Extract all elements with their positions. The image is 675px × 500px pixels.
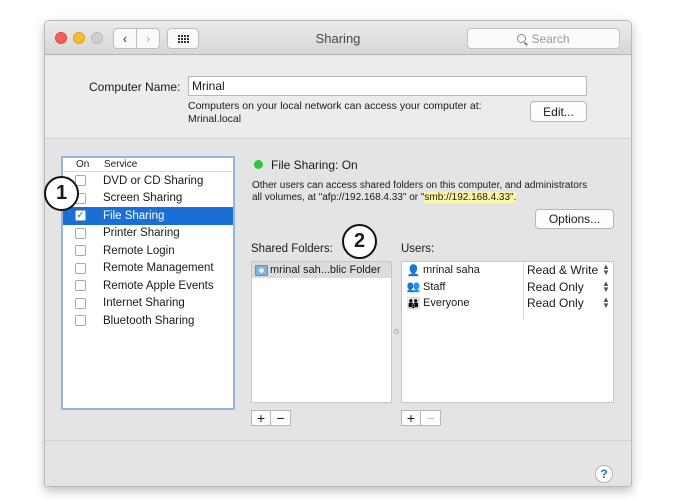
service-row[interactable]: DVD or CD Sharing (63, 172, 233, 190)
computer-name-section: Computer Name: Mrinal Computers on your … (45, 56, 631, 139)
service-checkbox[interactable] (75, 227, 86, 239)
smb-address: smb://192.168.4.33". (424, 192, 517, 203)
service-checkbox[interactable] (75, 297, 86, 309)
everyone-icon: 👪 (406, 297, 421, 310)
sharing-description: Other users can access shared folders on… (252, 180, 624, 204)
service-checkbox[interactable]: ✓ (75, 210, 86, 222)
column-service-header: Service (104, 159, 138, 170)
service-label: Internet Sharing (103, 297, 185, 310)
service-row[interactable]: Remote Login (63, 242, 233, 260)
remove-user-button[interactable]: − (421, 410, 441, 426)
file-sharing-status: File Sharing: On (271, 158, 358, 172)
add-folder-button[interactable]: + (251, 410, 271, 426)
search-field[interactable]: Search (467, 28, 620, 49)
description-line: Other users can access shared folders on… (252, 180, 588, 191)
computer-address-info: Computers on your local network can acce… (188, 100, 482, 126)
updown-chevron-icon: ▲ ▼ (602, 262, 610, 277)
sharing-settings-area: On Service DVD or CD Sharing Screen Shari… (45, 140, 631, 486)
service-label: File Sharing (103, 209, 165, 222)
service-label: DVD or CD Sharing (103, 174, 204, 187)
folders-add-remove: + − (251, 410, 291, 426)
shared-folders-label: Shared Folders: (251, 243, 333, 255)
computer-name-input[interactable]: Mrinal (188, 76, 587, 96)
service-label: Remote Login (103, 244, 175, 257)
group-icon: 👥 (406, 281, 421, 294)
shared-folder-row[interactable]: mrinal sah...blic Folder (252, 262, 391, 278)
users-list[interactable]: 👤 mrinal saha Read & Write ▲ ▼ 👥 Staff Read Onl… (401, 261, 614, 403)
annotation-marker-1: 1 (44, 176, 79, 211)
service-row[interactable]: Printer Sharing (63, 225, 233, 243)
service-row[interactable]: Remote Management (63, 260, 233, 278)
service-checkbox[interactable] (75, 245, 86, 257)
service-list[interactable]: On Service DVD or CD Sharing Screen Shari… (61, 156, 235, 410)
service-row[interactable]: Screen Sharing (63, 190, 233, 208)
shared-folders-list[interactable]: mrinal sah...blic Folder (251, 261, 392, 403)
service-label: Remote Management (103, 262, 214, 275)
user-row[interactable]: 👤 mrinal saha Read & Write ▲ ▼ (402, 262, 613, 279)
permission-popup[interactable]: Read Only (527, 295, 584, 312)
single-user-icon: 👤 (406, 264, 421, 277)
search-placeholder: Search (531, 31, 570, 46)
service-label: Printer Sharing (103, 227, 180, 240)
updown-chevron-icon: ▲ ▼ (602, 278, 610, 294)
service-row[interactable]: Remote Apple Events (63, 277, 233, 295)
shared-folder-name: mrinal sah...blic Folder (270, 264, 381, 276)
user-name: Everyone (423, 297, 470, 310)
user-name: mrinal saha (423, 264, 480, 277)
user-row[interactable]: 👪 Everyone Read Only ▲ ▼ (402, 295, 613, 312)
options-button[interactable]: Options... (535, 209, 614, 229)
search-icon (517, 34, 527, 43)
remove-folder-button[interactable]: − (271, 410, 291, 426)
column-on-header: On (76, 159, 90, 170)
user-name: Staff (423, 280, 446, 293)
service-list-header: On Service (63, 158, 233, 172)
address-info-line: Computers on your local network can acce… (188, 100, 482, 112)
service-label: Bluetooth Sharing (103, 314, 195, 327)
user-row[interactable]: 👥 Staff Read Only ▲ ▼ (402, 279, 613, 296)
sharing-window: ‹ › Sharing Search Computer Name: Mrinal… (44, 20, 632, 487)
permission-popup[interactable]: Read & Write (527, 262, 598, 279)
updown-chevron-icon: ▲ ▼ (602, 295, 610, 310)
service-label: Remote Apple Events (103, 279, 214, 292)
service-row[interactable]: Internet Sharing (63, 295, 233, 313)
service-row[interactable]: ✓ File Sharing (63, 207, 233, 225)
computer-name-label: Computer Name: (89, 80, 181, 94)
service-row[interactable]: Bluetooth Sharing (63, 312, 233, 330)
bottom-divider (45, 440, 631, 441)
edit-button[interactable]: Edit... (530, 101, 587, 122)
split-handle[interactable] (394, 329, 399, 334)
users-label: Users: (401, 243, 435, 255)
local-address: Mrinal.local (188, 113, 242, 125)
users-add-remove: + − (401, 410, 441, 426)
afp-address: all volumes, at "afp://192.168.4.33" or … (252, 192, 425, 203)
service-checkbox[interactable] (75, 315, 86, 327)
permission-popup[interactable]: Read Only (527, 279, 584, 296)
service-checkbox[interactable] (75, 262, 86, 274)
status-indicator-icon (254, 160, 263, 169)
title-bar: ‹ › Sharing Search (45, 21, 631, 55)
add-user-button[interactable]: + (401, 410, 421, 426)
annotation-marker-2: 2 (342, 224, 377, 259)
folder-icon (255, 264, 268, 276)
help-button[interactable]: ? (595, 465, 613, 483)
service-checkbox[interactable] (75, 280, 86, 292)
service-label: Screen Sharing (103, 192, 183, 205)
